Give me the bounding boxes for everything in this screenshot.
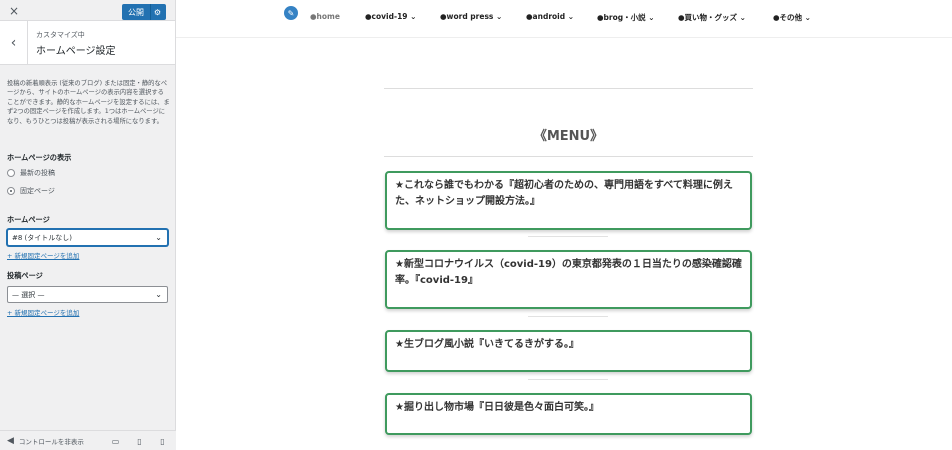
section-description: 投稿の新着順表示 (従来のブログ) または固定・静的なページから、サイトのホーム… <box>7 80 170 125</box>
tablet-preview-icon[interactable]: ▯ <box>135 436 144 446</box>
nav-item-home[interactable]: ●home <box>310 12 340 21</box>
menu-card-covid19[interactable]: ★新型コロナウイルス（covid-19）の東京都発表の１日当たりの感染確認確率。… <box>385 250 752 309</box>
desktop-preview-icon[interactable]: ▭ <box>111 436 120 446</box>
site-navigation: ✎ ●home ●covid-19 ⌄ ●word press ⌄ ●andro… <box>176 0 952 38</box>
homepage-display-label: ホームページの表示 <box>7 153 72 162</box>
divider <box>384 156 753 157</box>
customizer-topbar: × 公開 ⚙ <box>0 0 175 21</box>
section-header: ‹ カスタマイズ中 ホームページ設定 <box>0 21 175 65</box>
publish-button[interactable]: 公開 ⚙ <box>122 4 166 20</box>
back-chevron-icon[interactable]: ‹ <box>0 21 28 65</box>
radio-button[interactable] <box>7 169 15 177</box>
nav-item-shopping[interactable]: ●買い物・グッズ ⌄ <box>678 12 746 23</box>
nav-item-brog[interactable]: ●brog・小説 ⌄ <box>597 12 655 23</box>
add-new-page-link[interactable]: + 新規固定ページを追加 <box>7 250 79 260</box>
radio-latest-posts[interactable]: 最新の投稿 <box>7 168 55 178</box>
nav-item-android[interactable]: ●android ⌄ <box>526 12 574 21</box>
homepage-label: ホームページ <box>7 215 50 224</box>
menu-card-novel[interactable]: ★生ブログ風小説『いきてるきがする。』 <box>385 330 752 372</box>
radio-latest-label: 最新の投稿 <box>20 169 55 177</box>
homepage-select[interactable]: #8 (タイトルなし) ⌄ <box>7 229 168 246</box>
edit-pencil-icon[interactable]: ✎ <box>283 5 299 21</box>
posts-page-select[interactable]: — 選択 — ⌄ <box>7 286 168 303</box>
nav-item-wordpress[interactable]: ●word press ⌄ <box>440 12 502 21</box>
section-subtitle: カスタマイズ中 <box>36 31 85 39</box>
radio-static-label: 固定ページ <box>20 187 55 195</box>
divider <box>384 88 753 89</box>
chevron-down-icon: ⌄ <box>155 290 162 299</box>
close-icon[interactable]: × <box>0 0 28 21</box>
nav-item-other[interactable]: ●その他 ⌄ <box>773 12 811 23</box>
customizer-sidebar: × 公開 ⚙ ‹ カスタマイズ中 ホームページ設定 投稿の新着順表示 (従来のブ… <box>0 0 176 450</box>
homepage-select-value: #8 (タイトルなし) <box>12 233 73 242</box>
mobile-preview-icon[interactable]: ▯ <box>158 436 167 446</box>
radio-static-page[interactable]: 固定ページ <box>7 186 55 196</box>
section-title: ホームページ設定 <box>36 46 116 57</box>
posts-select-value: — 選択 — <box>12 290 45 299</box>
card-separator <box>528 236 608 237</box>
publish-label: 公開 <box>128 7 144 17</box>
customizer-footer: ◀ コントロールを非表示 ▭ ▯ ▯ <box>0 430 176 450</box>
menu-card-netshop[interactable]: ★これなら誰でもわかる『超初心者のための、専門用語をすべて料理に例えた、ネットシ… <box>385 171 752 230</box>
chevron-down-icon: ⌄ <box>155 233 162 242</box>
card-separator <box>528 316 608 317</box>
hide-controls-button[interactable]: コントロールを非表示 <box>19 436 84 446</box>
card-separator <box>528 379 608 380</box>
posts-page-label: 投稿ページ <box>7 271 43 280</box>
menu-heading: 《MENU》 <box>533 129 604 144</box>
add-new-page-link-2[interactable]: + 新規固定ページを追加 <box>7 307 79 317</box>
site-preview: ✎ ●home ●covid-19 ⌄ ●word press ⌄ ●andro… <box>176 0 952 450</box>
menu-card-market[interactable]: ★掘り出し物市場『日日彼是色々面白可笑。』 <box>385 393 752 435</box>
nav-item-covid19[interactable]: ●covid-19 ⌄ <box>365 12 416 21</box>
collapse-icon[interactable]: ◀ <box>7 436 14 446</box>
radio-button-checked[interactable] <box>7 187 15 195</box>
gear-icon[interactable]: ⚙ <box>150 4 164 20</box>
